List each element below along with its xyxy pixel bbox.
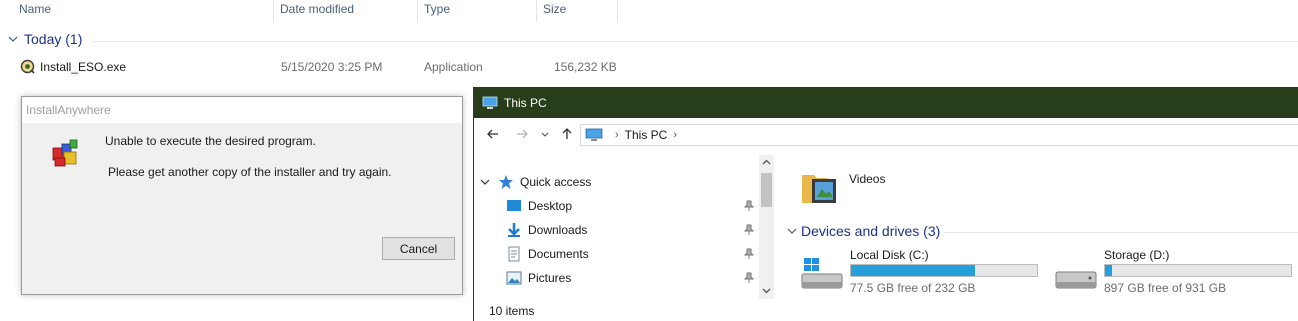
status-bar-item-count: 10 items [489, 304, 535, 318]
star-icon [499, 175, 513, 189]
scroll-up-icon[interactable] [762, 158, 771, 167]
dialog-message-error: Unable to execute the desired program. [105, 134, 316, 148]
chevron-down-icon [787, 228, 797, 234]
chevron-down-icon [8, 36, 18, 42]
back-arrow-icon[interactable] [485, 126, 501, 142]
column-type[interactable]: Type [424, 2, 450, 16]
pin-icon[interactable] [744, 272, 754, 284]
devices-header: Devices and drives (3) [801, 223, 941, 239]
dialog-title: InstallAnywhere [22, 97, 462, 123]
devices-group-header[interactable]: Devices and drives (3) [787, 223, 940, 239]
drive-usage-fill [1105, 265, 1112, 276]
installer-icon [20, 59, 35, 74]
installanywhere-icon [52, 139, 78, 167]
devices-divider [944, 232, 1298, 233]
column-header-bar: Name Date modified Type Size [0, 0, 1298, 22]
column-divider[interactable] [273, 0, 274, 22]
window-titlebar[interactable]: This PC [474, 87, 1298, 118]
file-date: 5/15/2020 3:25 PM [281, 60, 383, 74]
folder-label: Videos [849, 172, 886, 186]
drive-usage-bar [850, 264, 1038, 277]
column-name[interactable]: Name [19, 2, 51, 16]
windows-drive-icon [801, 258, 843, 289]
column-divider[interactable] [417, 0, 418, 22]
nav-item-documents[interactable]: Documents [506, 244, 589, 264]
file-type: Application [424, 60, 483, 74]
nav-item-downloads[interactable]: Downloads [506, 220, 587, 240]
up-arrow-icon[interactable] [559, 126, 575, 142]
column-divider[interactable] [617, 0, 618, 22]
pictures-icon [506, 271, 522, 285]
cancel-button[interactable]: Cancel [382, 237, 455, 260]
scroll-down-icon[interactable] [762, 286, 771, 295]
pin-icon[interactable] [744, 248, 754, 260]
this-pc-window: This PC › This PC › Quick access Desktop… [473, 87, 1298, 321]
column-divider[interactable] [536, 0, 537, 22]
nav-item-label: Downloads [528, 223, 588, 237]
nav-quick-access-label: Quick access [520, 175, 592, 189]
group-divider [92, 41, 1298, 42]
computer-icon [482, 96, 498, 109]
address-bar[interactable]: › This PC › [580, 124, 1298, 146]
breadcrumb-this-pc[interactable]: This PC [625, 128, 668, 142]
drive-name: Storage (D:) [1104, 248, 1170, 262]
file-row[interactable]: Install_ESO.exe 5/15/2020 3:25 PM Applic… [0, 58, 640, 76]
column-size[interactable]: Size [543, 2, 566, 16]
nav-item-label: Desktop [528, 199, 573, 213]
recent-locations-chevron-icon[interactable] [540, 126, 550, 142]
desktop-icon [507, 200, 521, 211]
drive-usage-fill [851, 265, 975, 276]
nav-item-label: Pictures [528, 271, 572, 285]
chevron-down-icon [480, 179, 490, 185]
hard-drive-icon [1055, 271, 1097, 289]
nav-pane-scrollbar[interactable] [759, 155, 774, 299]
file-name: Install_ESO.exe [40, 60, 127, 74]
drive-usage-bar [1104, 264, 1292, 277]
nav-item-pictures[interactable]: Pictures [506, 268, 571, 288]
pin-icon[interactable] [744, 224, 754, 236]
window-title: This PC [504, 95, 547, 110]
dialog-message-hint: Please get another copy of the installer… [108, 165, 392, 179]
videos-folder-icon [802, 175, 836, 203]
drive-free-space: 897 GB free of 931 GB [1104, 281, 1227, 295]
installanywhere-dialog: InstallAnywhere Unable to execute the de… [21, 96, 463, 295]
navigation-bar: › This PC › [474, 124, 1298, 146]
nav-quick-access[interactable]: Quick access [480, 172, 591, 192]
documents-icon [508, 246, 520, 262]
column-date-modified[interactable]: Date modified [280, 2, 354, 16]
nav-item-label: Documents [528, 247, 589, 261]
group-label: Today (1) [24, 31, 83, 47]
drive-name: Local Disk (C:) [850, 248, 929, 262]
nav-item-desktop[interactable]: Desktop [506, 196, 572, 216]
pin-icon[interactable] [744, 200, 754, 212]
breadcrumb-chevron-icon[interactable]: › [673, 129, 677, 141]
group-header-today[interactable]: Today (1) [8, 31, 82, 47]
downloads-icon [508, 223, 520, 237]
file-size: 156,232 KB [554, 60, 617, 74]
computer-icon [585, 128, 603, 141]
scrollbar-thumb[interactable] [761, 173, 772, 207]
breadcrumb-chevron-icon[interactable]: › [615, 129, 619, 141]
drive-free-space: 77.5 GB free of 232 GB [850, 281, 976, 295]
forward-arrow-icon[interactable] [514, 126, 530, 142]
